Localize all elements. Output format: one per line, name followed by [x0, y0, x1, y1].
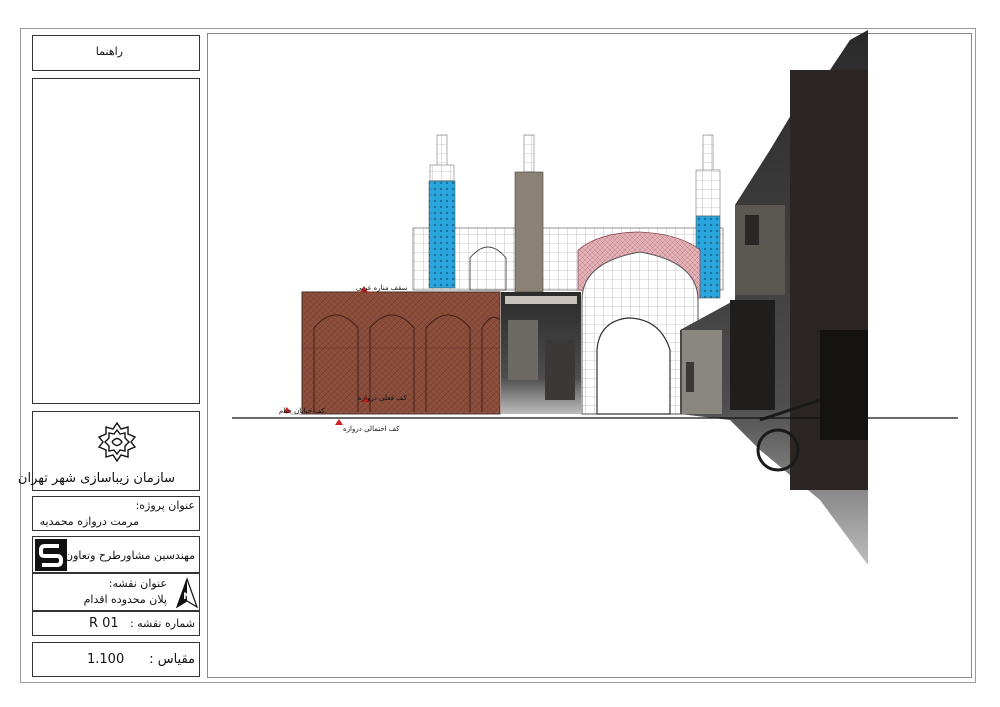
level-marker-3: کف خیابان خیام — [279, 407, 325, 415]
level-marker-4: کف احتمالی دروازه — [335, 419, 400, 433]
gate-opening — [596, 317, 671, 415]
level-label-4: کف احتمالی دروازه — [343, 425, 400, 433]
level-marker-1: سقف مناره غربی — [356, 284, 408, 293]
level-marker-2: کف فعلی دروازه — [358, 394, 407, 402]
level-label-1: سقف مناره غربی — [356, 284, 408, 292]
level-label-2: کف فعلی دروازه — [358, 394, 407, 402]
west-minaret — [428, 134, 456, 289]
level-label-3: کف خیابان خیام — [279, 407, 325, 415]
middle-minaret — [514, 134, 544, 293]
elevation-drawing: سقف مناره غربی کف فعلی دروازه کف خیابان … — [232, 30, 958, 565]
historic-photo-middle — [501, 292, 581, 414]
